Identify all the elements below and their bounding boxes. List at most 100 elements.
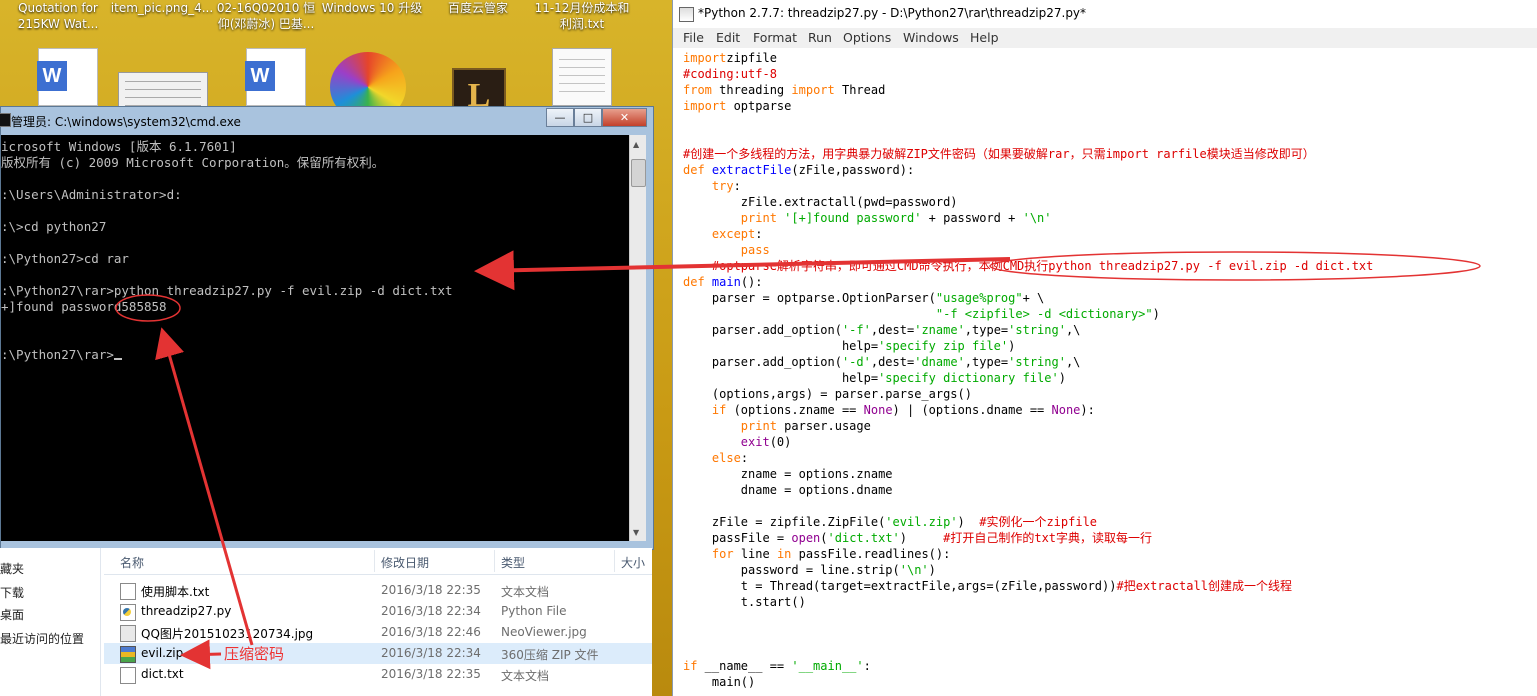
menu-options[interactable]: Options xyxy=(843,30,891,45)
nav-item-desktop[interactable]: 桌面 xyxy=(0,606,24,623)
code-line: help='specify zip file') xyxy=(683,338,1015,354)
code-token: None xyxy=(1051,403,1081,417)
file-date: 2016/3/18 22:34 xyxy=(381,604,481,618)
code-line: t = Thread(target=extractFile,args=(zFil… xyxy=(683,578,1292,594)
code-token: ) xyxy=(899,531,944,545)
desktop-item-label[interactable]: Windows 10 升级 xyxy=(316,0,428,16)
code-token: "-f <zipfile> -d <dictionary>" xyxy=(935,307,1153,321)
cmd-titlebar[interactable]: 管理员: C:\windows\system32\cmd.exe — □ ✕ xyxy=(0,107,653,135)
file-row[interactable]: dict.txt 2016/3/18 22:35 文本文档 xyxy=(104,664,652,685)
code-token: help= xyxy=(683,371,879,385)
window-controls: — □ ✕ xyxy=(546,108,647,127)
code-token: "usage%prog" xyxy=(935,291,1023,305)
code-line: passFile = open('dict.txt') #打开自己制作的txt字… xyxy=(683,530,1152,546)
file-date: 2016/3/18 22:35 xyxy=(381,667,481,681)
wps-doc-icon[interactable]: W xyxy=(245,48,306,106)
code-token: : xyxy=(733,179,741,193)
code-token: #实例化一个zipfile xyxy=(979,515,1098,529)
file-list-header: 名称 修改日期 类型 大小 xyxy=(104,548,652,575)
file-row[interactable]: threadzip27.py 2016/3/18 22:34 Python Fi… xyxy=(104,601,652,622)
code-token: ,type= xyxy=(964,355,1009,369)
code-line: if (options.zname == None) | (options.dn… xyxy=(683,402,1095,418)
python-file-icon xyxy=(120,604,136,621)
code-token: password = line.strip( xyxy=(683,563,900,577)
scroll-up-arrow-icon[interactable]: ▲ xyxy=(633,140,639,149)
code-line: zFile = zipfile.ZipFile('evil.zip') #实例化… xyxy=(683,514,1097,530)
code-line: dname = options.dname xyxy=(683,482,893,498)
zip-file-icon xyxy=(120,646,136,663)
code-token: (options.zname == xyxy=(726,403,864,417)
close-button[interactable]: ✕ xyxy=(602,108,647,127)
menu-run[interactable]: Run xyxy=(808,30,832,45)
code-line: zFile.extractall(pwd=password) xyxy=(683,194,958,210)
menu-windows[interactable]: Windows xyxy=(903,30,959,45)
code-token: def xyxy=(683,275,705,289)
file-type: 文本文档 xyxy=(501,669,550,683)
desktop-item-label[interactable]: 11-12月份成本和 利润.txt xyxy=(526,0,638,32)
desktop-item-label[interactable]: Quotation for 215KW Wat... xyxy=(2,0,114,32)
code-token: open xyxy=(791,531,821,545)
console-line: :\Users\Administrator>d: xyxy=(1,187,182,202)
file-row[interactable]: 使用脚本.txt 2016/3/18 22:35 文本文档 xyxy=(104,580,652,601)
code-token: (zFile,password): xyxy=(791,163,915,177)
menu-help[interactable]: Help xyxy=(970,30,999,45)
cmd-scrollbar[interactable]: ▲ ▼ xyxy=(629,135,646,541)
scroll-down-arrow-icon[interactable]: ▼ xyxy=(633,528,639,537)
console-output[interactable]: icrosoft Windows [版本 6.1.7601] 版权所有 (c) … xyxy=(1,135,629,541)
code-token: ,\ xyxy=(1065,323,1081,337)
column-name[interactable]: 名称 xyxy=(120,554,144,571)
code-token: zFile.extractall(pwd=password) xyxy=(683,195,958,209)
code-token: dname = options.dname xyxy=(683,483,893,497)
console-line: :\Python27\rar>python threadzip27.py -f … xyxy=(1,283,453,298)
menu-edit[interactable]: Edit xyxy=(716,30,740,45)
code-line: help='specify dictionary file') xyxy=(683,370,1066,386)
code-token: (): xyxy=(740,275,763,289)
code-line: except: xyxy=(683,226,763,242)
file-row[interactable]: QQ图片20151023120734.jpg 2016/3/18 22:46 N… xyxy=(104,622,652,643)
menu-format[interactable]: Format xyxy=(753,30,797,45)
console-line: icrosoft Windows [版本 6.1.7601] xyxy=(1,139,237,154)
code-token: ) | (options.dname == xyxy=(892,403,1052,417)
maximize-button[interactable]: □ xyxy=(574,108,602,127)
code-token: 'specify dictionary file' xyxy=(878,371,1059,385)
nav-item-downloads[interactable]: 下载 xyxy=(0,584,24,601)
scroll-thumb[interactable] xyxy=(631,159,646,187)
code-line: importzipfile xyxy=(683,50,777,66)
file-row-selected[interactable]: evil.zip 2016/3/18 22:34 360压缩 ZIP 文件 xyxy=(104,643,652,664)
minimize-button[interactable]: — xyxy=(546,108,574,127)
wps-letter: W xyxy=(245,61,275,91)
wps-doc-icon[interactable]: W xyxy=(37,48,98,106)
code-line: for line in passFile.readlines(): xyxy=(683,546,950,562)
cmd-window[interactable]: 管理员: C:\windows\system32\cmd.exe — □ ✕ i… xyxy=(0,106,654,550)
nav-item-recent[interactable]: 最近访问的位置 xyxy=(0,630,84,647)
code-token: import xyxy=(683,51,727,65)
desktop-item-label[interactable]: 02-16Q02010 恒仰(邓蔚冰) 巴基... xyxy=(210,0,322,32)
code-token: ) xyxy=(1008,339,1016,353)
code-token: print xyxy=(740,211,777,225)
column-date[interactable]: 修改日期 xyxy=(381,554,429,571)
desktop-item-label[interactable]: 百度云管家 xyxy=(422,0,534,16)
file-type: NeoViewer.jpg xyxy=(501,625,587,639)
nav-item-favorites[interactable]: 藏夹 xyxy=(0,560,24,577)
file-type: 360压缩 ZIP 文件 xyxy=(501,648,599,662)
file-name: dict.txt xyxy=(141,667,184,681)
column-size[interactable]: 大小 xyxy=(621,554,645,571)
code-editor[interactable]: importzipfile #coding:utf-8 from threading… xyxy=(673,48,1537,696)
code-token: ) xyxy=(1152,307,1160,321)
code-token: print xyxy=(740,419,777,433)
column-type[interactable]: 类型 xyxy=(501,554,525,571)
code-token: '\n' xyxy=(1022,211,1052,225)
code-token: ,dest= xyxy=(870,323,915,337)
menu-file[interactable]: File xyxy=(683,30,704,45)
idle-editor-window[interactable]: *Python 2.7.7: threadzip27.py - D:\Pytho… xyxy=(672,0,1537,696)
desktop-item-label[interactable]: item_pic.png_4... xyxy=(106,0,218,16)
idle-titlebar[interactable]: *Python 2.7.7: threadzip27.py - D:\Pytho… xyxy=(673,0,1537,28)
code-token: t.start() xyxy=(683,595,806,609)
text-file-icon[interactable] xyxy=(552,48,612,106)
code-token: ,type= xyxy=(964,323,1009,337)
